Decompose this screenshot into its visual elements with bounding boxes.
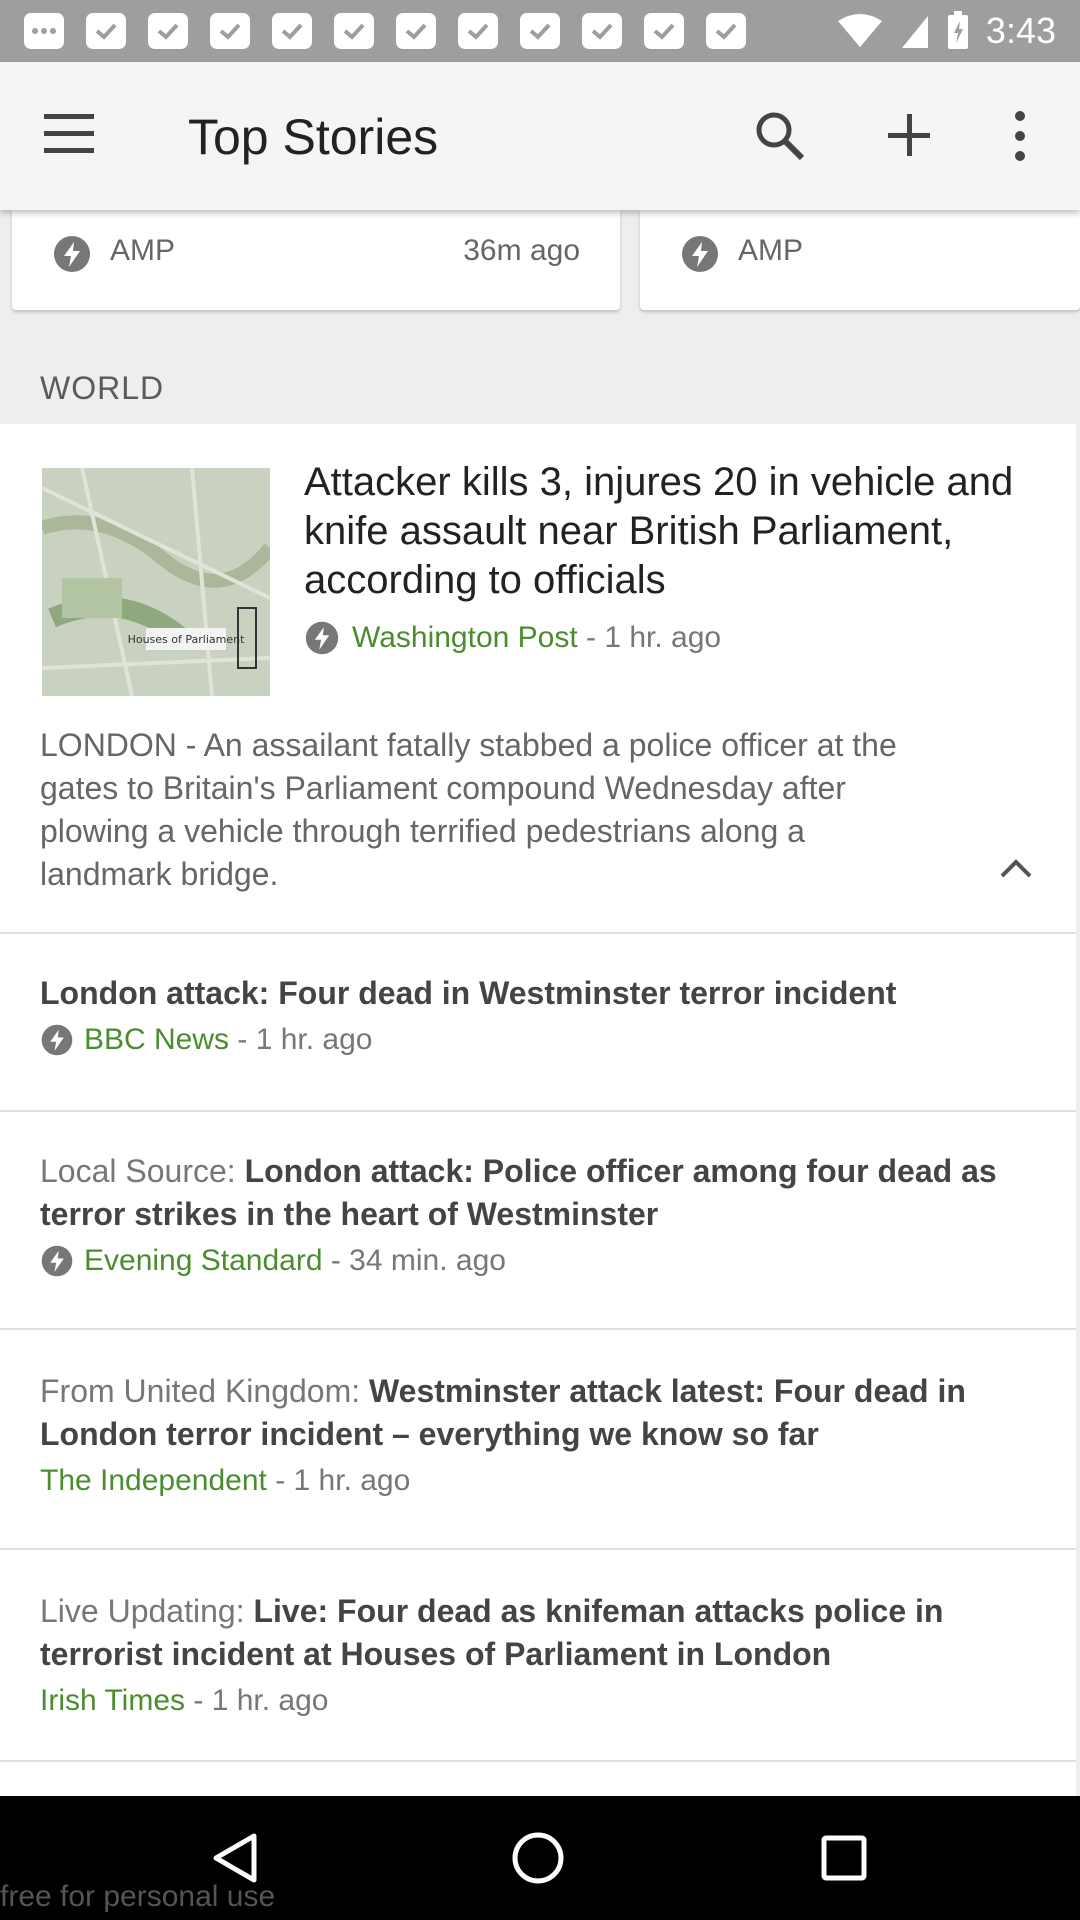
tasks-icon: [334, 13, 374, 49]
story-card[interactable]: AMP: [640, 210, 1080, 310]
main-story-source-row: Washington Post - 1 hr. ago: [304, 620, 721, 656]
signal-icon: [901, 16, 928, 48]
divider: [0, 1328, 1076, 1330]
story-time: - 1 hr. ago: [229, 1023, 373, 1056]
story-time: - 1 hr. ago: [266, 1464, 411, 1497]
related-story[interactable]: Local Source: London attack: Police offi…: [40, 1150, 1040, 1278]
divider: [0, 1110, 1076, 1112]
add-icon[interactable]: [882, 108, 938, 164]
battery-icon: [947, 11, 968, 49]
related-story[interactable]: From United Kingdom: Westminster attack …: [40, 1370, 1040, 1498]
chevron-up-icon[interactable]: [996, 848, 1036, 888]
search-icon[interactable]: [752, 108, 808, 164]
story-time: 36m ago: [463, 234, 580, 267]
tasks-icon: [520, 13, 560, 49]
menu-icon[interactable]: [44, 112, 98, 156]
svg-text:Houses of Parliament: Houses of Parliament: [128, 633, 246, 646]
story-prefix: Live Updating:: [40, 1593, 254, 1629]
tasks-icon: [706, 13, 746, 49]
tasks-icon: [272, 13, 312, 49]
story-time: - 1 hr. ago: [577, 621, 722, 654]
related-story[interactable]: London attack: Four dead in Westminster …: [40, 972, 1040, 1057]
source-name[interactable]: The Independent: [40, 1464, 267, 1497]
tasks-icon: [210, 13, 250, 49]
story-card[interactable]: AMP 36m ago: [12, 210, 620, 310]
section-header: WORLD: [40, 370, 165, 406]
related-story[interactable]: Live Updating: Live: Four dead as knifem…: [40, 1590, 1040, 1718]
amp-bolt-icon: [682, 236, 718, 272]
story-time: - 34 min. ago: [322, 1244, 506, 1277]
amp-label: AMP: [110, 234, 176, 267]
tasks-icon: [396, 13, 436, 49]
tasks-icon: [582, 13, 622, 49]
back-icon[interactable]: [208, 1830, 264, 1886]
amp-bolt-icon: [305, 621, 339, 655]
divider: [0, 1548, 1076, 1550]
wifi-icon: [837, 14, 882, 47]
amp-bolt-icon: [41, 1245, 73, 1277]
tasks-icon: [86, 13, 126, 49]
story-prefix: Local Source:: [40, 1153, 245, 1189]
main-story-snippet: LONDON - An assailant fatally stabbed a …: [40, 727, 897, 892]
source-name[interactable]: Irish Times: [40, 1684, 185, 1717]
divider: [0, 932, 1076, 934]
more-vert-icon[interactable]: [1000, 108, 1040, 164]
story-prefix: From United Kingdom:: [40, 1373, 370, 1409]
main-story-headline[interactable]: Attacker kills 3, injures 20 in vehicle …: [304, 458, 1024, 605]
recents-icon[interactable]: [820, 1834, 868, 1882]
amp-bolt-icon: [41, 1024, 73, 1056]
story-thumbnail[interactable]: Houses of Parliament: [42, 468, 270, 696]
watermark: free for personal use: [0, 1880, 276, 1913]
message-icon: [24, 13, 64, 49]
tasks-icon: [148, 13, 188, 49]
tasks-icon: [644, 13, 684, 49]
divider: [0, 1760, 1076, 1762]
tasks-icon: [458, 13, 498, 49]
notification-icons: [0, 13, 746, 49]
amp-bolt-icon: [54, 236, 90, 272]
story-list: Houses of Parliament Attacker kills 3, i…: [0, 424, 1076, 1796]
related-story-title[interactable]: London attack: Four dead in Westminster …: [40, 975, 896, 1011]
amp-label: AMP: [738, 234, 804, 267]
source-name[interactable]: Washington Post: [352, 621, 578, 654]
app-bar: Top Stories: [0, 62, 1080, 210]
page-title: Top Stories: [188, 109, 439, 165]
source-name[interactable]: BBC News: [84, 1023, 229, 1056]
source-name[interactable]: Evening Standard: [84, 1244, 323, 1277]
home-icon[interactable]: [510, 1830, 566, 1886]
status-time: 3:43: [985, 10, 1056, 51]
story-time: - 1 hr. ago: [185, 1684, 329, 1717]
status-bar: 3:43: [0, 0, 1080, 62]
